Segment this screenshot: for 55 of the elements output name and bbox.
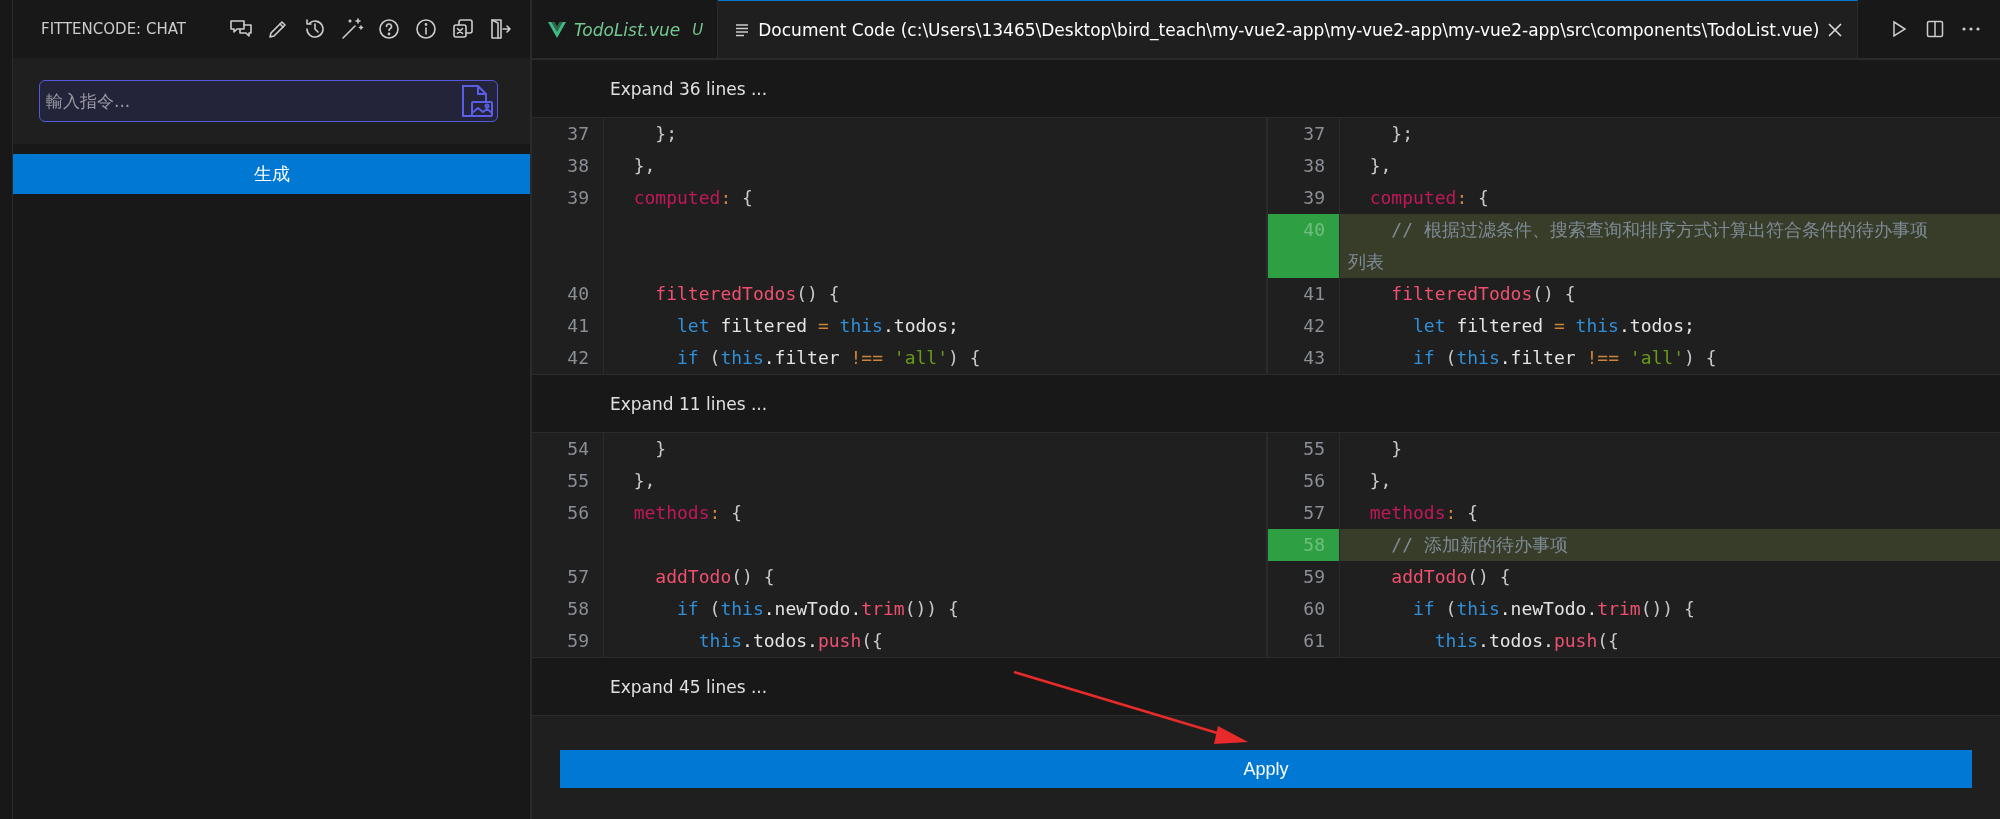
added-line-number: 40 <box>1268 214 1340 278</box>
close-icon[interactable] <box>1827 21 1844 38</box>
added-code-line: // 根据过滤条件、搜索查询和排序方式计算出符合条件的待办事项列表 <box>1347 218 1929 274</box>
code-line: this.todos.push({ <box>697 629 884 653</box>
vue-logo-icon <box>548 21 566 38</box>
code-line: }, <box>632 154 657 178</box>
code-line: if (this.newTodo.trim()) { <box>1412 597 1696 621</box>
close-window-icon[interactable] <box>451 17 475 41</box>
added-code-line: // 添加新的待办事项 <box>1390 533 1569 557</box>
history-icon[interactable] <box>303 17 327 41</box>
more-icon[interactable] <box>1962 26 1980 32</box>
code-line: }, <box>1368 154 1393 178</box>
code-line: if (this.filter !== 'all') { <box>676 346 982 370</box>
info-icon[interactable] <box>414 17 438 41</box>
code-line: } <box>1390 437 1404 461</box>
expand-lines-bar[interactable]: Expand 45 lines ... <box>532 657 2000 716</box>
editor-tab[interactable]: Document Code (c:\Users\13465\Desktop\bird_teach\my-vue2-app\my-vue2-app\my-vue2-app\src\components\TodoList.vue) <box>718 0 1859 58</box>
instruction-input[interactable]: 輸入指令... <box>39 80 498 122</box>
code-line: computed: { <box>632 186 754 210</box>
document-lines-icon <box>734 21 751 38</box>
code-line: if (this.newTodo.trim()) { <box>676 597 960 621</box>
code-line: this.todos.push({ <box>1433 629 1620 653</box>
code-line: }; <box>1390 122 1415 146</box>
code-line: methods: { <box>632 501 744 525</box>
expand-lines-link[interactable]: Expand 11 lines ... <box>532 393 768 414</box>
code-line: let filtered = this.todos; <box>1412 314 1696 338</box>
tab-label: Document Code (c:\Users\13465\Desktop\bird_teach\my-vue2-app\my-vue2-app\my-vue2-app\src\components\TodoList.vue) <box>758 19 1820 40</box>
tab-label: TodoList.vue <box>574 19 681 40</box>
expand-lines-bar[interactable]: Expand 11 lines ... <box>532 374 2000 433</box>
run-icon[interactable] <box>1890 20 1908 38</box>
expand-lines-bar[interactable]: Expand 36 lines ... <box>532 59 2000 118</box>
code-line: }, <box>1368 469 1393 493</box>
apply-button[interactable]: Apply <box>560 750 1972 788</box>
expand-lines-link[interactable]: Expand 36 lines ... <box>532 78 768 99</box>
code-line: addTodo() { <box>654 565 776 589</box>
code-line: let filtered = this.todos; <box>676 314 960 338</box>
exit-door-icon[interactable] <box>488 17 512 41</box>
expand-lines-link[interactable]: Expand 45 lines ... <box>532 676 768 697</box>
code-line: filteredTodos() { <box>654 282 841 306</box>
added-line-number: 58 <box>1268 529 1340 561</box>
panel-title: FITTENCODE: CHAT <box>41 20 187 38</box>
code-line: }; <box>654 122 679 146</box>
git-status: U <box>692 20 704 39</box>
code-line: computed: { <box>1368 186 1490 210</box>
help-icon[interactable] <box>377 17 401 41</box>
magic-wand-icon[interactable] <box>340 17 364 41</box>
generate-button[interactable]: 生成 <box>13 154 530 194</box>
image-file-icon[interactable] <box>460 84 494 118</box>
code-line: methods: { <box>1368 501 1480 525</box>
code-line: }, <box>632 469 657 493</box>
code-line: if (this.filter !== 'all') { <box>1412 346 1718 370</box>
code-line: } <box>654 437 668 461</box>
code-line: filteredTodos() { <box>1390 282 1577 306</box>
code-line: addTodo() { <box>1390 565 1512 589</box>
split-editor-icon[interactable] <box>1926 20 1944 38</box>
